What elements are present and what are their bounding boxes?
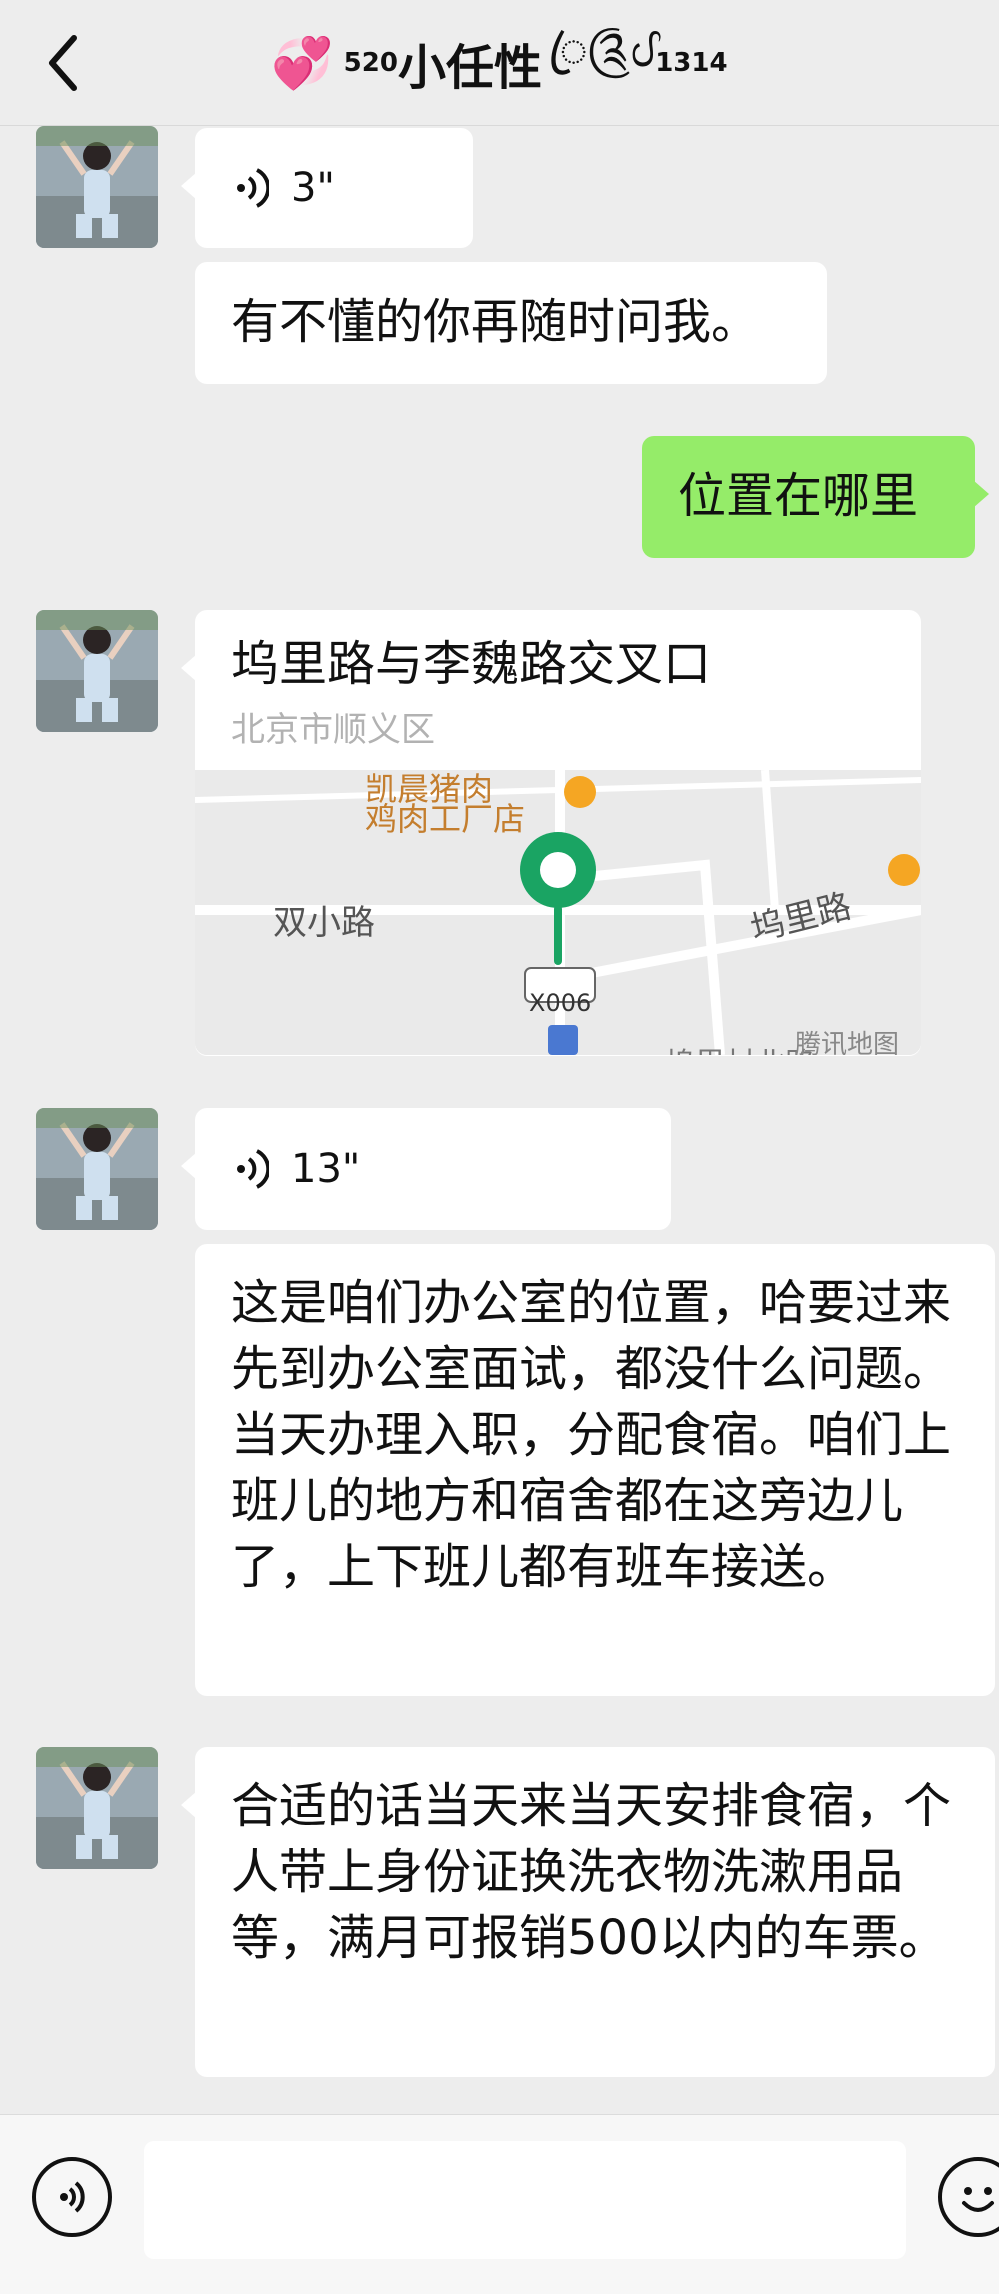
title-decoration: ꦿ༊ᦔ: [547, 21, 656, 78]
message-text: 这是咱们办公室的位置，哈要过来先到办公室面试，都没什么问题。当天办理入职，分配食…: [231, 1275, 952, 1595]
message-text: 位置在哪里: [678, 468, 919, 524]
contact-avatar[interactable]: [36, 1747, 158, 1869]
self-text-message[interactable]: 位置在哪里: [642, 436, 989, 558]
voice-toggle-button[interactable]: [32, 2157, 112, 2237]
input-bar: [0, 2114, 999, 2294]
voice-wave-icon: [237, 1149, 269, 1189]
voice-wave-icon: [237, 168, 269, 208]
map-road-left: 双小路: [273, 903, 375, 943]
title-name: 小任性: [397, 40, 542, 96]
title-sup-20: 20: [361, 48, 398, 78]
emoji-icon: [962, 2187, 994, 2212]
chat-title: 💞 5 20 小任性 ꦿ༊ᦔ 13 14: [0, 22, 999, 98]
voice-duration: 13": [291, 1146, 361, 1192]
map-poi-store: 鸡肉工厂店: [365, 800, 526, 838]
text-message[interactable]: 这是咱们办公室的位置，哈要过来先到办公室面试，都没什么问题。当天办理入职，分配食…: [195, 1244, 995, 1696]
message-text: 有不懂的你再随时问我。: [231, 294, 760, 350]
location-message[interactable]: 坞里路与李魏路交叉口 北京市顺义区 凯晨猪肉 鸡肉工厂店 双小路 坞里路 X00…: [181, 610, 921, 1056]
location-subtitle: 北京市顺义区: [231, 710, 435, 750]
title-sub-14: 14: [691, 48, 728, 78]
map-route-badge: X006: [529, 989, 592, 1017]
contact-avatar[interactable]: [36, 610, 158, 732]
voice-message[interactable]: 3": [181, 128, 473, 248]
title-sup-13: 13: [655, 48, 692, 78]
message-input[interactable]: [144, 2141, 906, 2259]
title-sub-5: 5: [343, 48, 362, 78]
text-message[interactable]: 有不懂的你再随时问我。: [195, 262, 827, 384]
map-bottom-road: 坞里村北路: [665, 1032, 815, 1055]
contact-avatar[interactable]: [36, 1108, 158, 1230]
hearts-emoji: 💞: [271, 33, 334, 92]
text-message[interactable]: 合适的话当天来当天安排食宿，个人带上身份证换洗衣物洗漱用品等，满月可报销500以…: [181, 1747, 995, 2077]
voice-message[interactable]: 13": [181, 1108, 671, 1230]
chat-header: 💞 5 20 小任性 ꦿ༊ᦔ 13 14: [0, 0, 999, 126]
message-text: 合适的话当天来当天安排食宿，个人带上身份证换洗衣物洗漱用品等，满月可报销500以…: [231, 1778, 952, 1966]
voice-toggle-icon: [60, 2181, 85, 2213]
location-map[interactable]: 凯晨猪肉 鸡肉工厂店 双小路 坞里路 X006 坞里村北路 腾讯地图: [195, 770, 921, 1055]
contact-avatar[interactable]: [36, 126, 158, 248]
location-title: 坞里路与李魏路交叉口: [231, 636, 712, 692]
voice-duration: 3": [291, 165, 335, 211]
emoji-button[interactable]: [938, 2157, 999, 2237]
map-brand: 腾讯地图: [795, 1030, 900, 1055]
